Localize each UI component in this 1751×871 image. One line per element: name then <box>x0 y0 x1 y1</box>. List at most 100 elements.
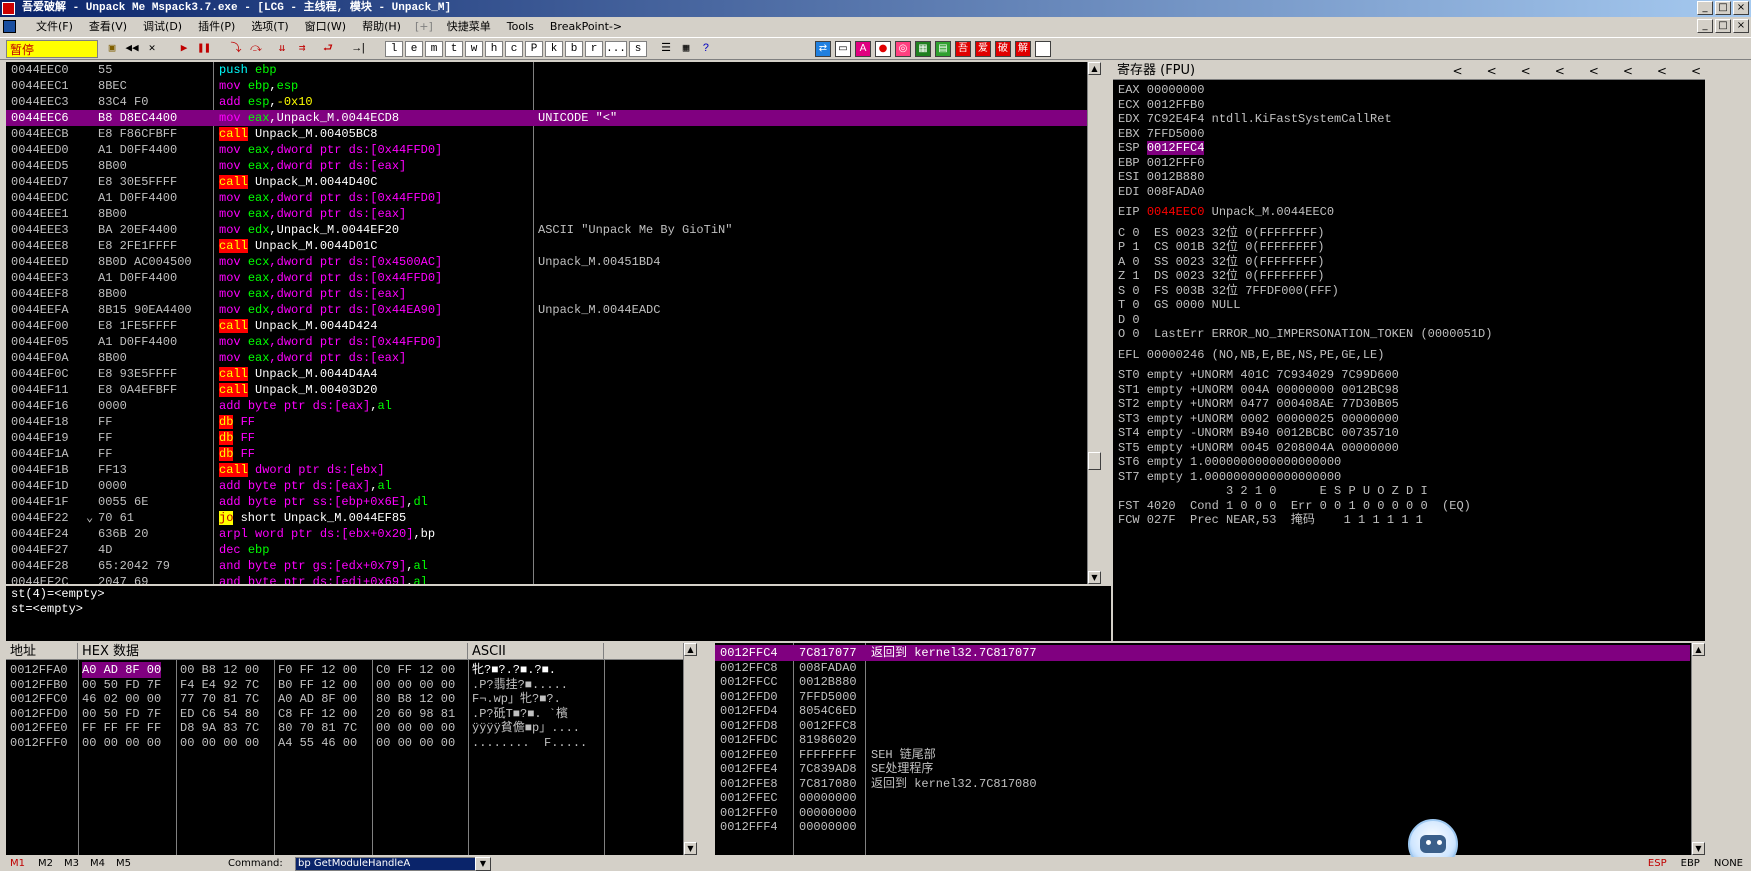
stack-scrollbar[interactable]: ▲ ▼ <box>1691 643 1705 855</box>
dump-scrollbar[interactable]: ▲ ▼ <box>683 643 697 855</box>
registers-header[interactable]: 寄存器 (FPU) < < < < < < < < <box>1113 62 1705 80</box>
disasm-row[interactable]: 0044EEE8 E8 2FE1FFFF call Unpack_M.0044D01… <box>6 238 1087 254</box>
log-window-button[interactable]: l <box>385 41 403 57</box>
windows-button[interactable]: w <box>465 41 483 57</box>
scroll-up-icon[interactable]: ▲ <box>1692 643 1705 656</box>
dump-row[interactable]: 0012FFF0 00 00 00 00 00 00 00 00 A4 55 46 0… <box>6 735 682 751</box>
open-icon[interactable]: ▣ <box>104 41 120 57</box>
register-nav-arrow-icon[interactable]: < <box>1657 62 1667 80</box>
menu-file[interactable]: 文件(F) <box>28 17 81 36</box>
close-button[interactable]: × <box>1733 1 1749 15</box>
stack-row[interactable]: 0012FFF4 00000000 <box>715 819 1690 835</box>
disasm-row[interactable]: 0044EED0 A1 D0FF4400 mov eax,dword ptr ds:… <box>6 142 1087 158</box>
window-icon[interactable]: ▭ <box>835 41 851 57</box>
disasm-row[interactable]: 0044EEE3 BA 20EF4400 mov edx,Unpack_M.0044… <box>6 222 1087 238</box>
cpu-button[interactable]: c <box>505 41 523 57</box>
register-line[interactable]: EDI 008FADA0 <box>1118 184 1204 200</box>
stack-pane[interactable]: 0012FFC4 7C817077 返回到 kernel32.7C817077 001… <box>715 643 1705 855</box>
register-nav-arrow-icon[interactable]: < <box>1453 62 1463 80</box>
step-into-icon[interactable]: ⤵ <box>228 41 244 57</box>
register-nav-arrow-icon[interactable]: < <box>1589 62 1599 80</box>
mdi-close-button[interactable]: × <box>1733 19 1749 33</box>
register-nav-arrow-icon[interactable]: < <box>1691 62 1701 80</box>
disasm-scrollbar[interactable]: ▲ ▼ <box>1087 62 1101 584</box>
register-nav-arrow-icon[interactable]: < <box>1521 62 1531 80</box>
marker-tab-m2[interactable]: M2 <box>38 857 53 871</box>
execute-till-return-icon[interactable]: ⮐ <box>320 41 336 57</box>
font-a-icon[interactable]: A <box>855 41 871 57</box>
disasm-row[interactable]: 0044EED5 8B00 mov eax,dword ptr ds:[eax] <box>6 158 1087 174</box>
menu-debug[interactable]: 调试(D) <box>135 17 190 36</box>
marker-tab-m4[interactable]: M4 <box>90 857 105 871</box>
call-stack-button[interactable]: k <box>545 41 563 57</box>
disasm-row[interactable]: 0044EF0A 8B00 mov eax,dword ptr ds:[eax] <box>6 350 1087 366</box>
plugin-green2-icon[interactable]: ▤ <box>935 41 951 57</box>
disasm-row[interactable]: 0044EED7 E8 30E5FFFF call Unpack_M.0044D40… <box>6 174 1087 190</box>
po-button[interactable]: 破 <box>995 41 1011 57</box>
disassembly-pane[interactable]: 0044EEC0 55 push ebp 0044EEC1 8BEC mov ebp,es… <box>6 62 1101 584</box>
executable-modules-button[interactable]: e <box>405 41 423 57</box>
dump-header-address[interactable]: 地址 <box>6 643 78 660</box>
menu-options[interactable]: 选项(T) <box>243 17 296 36</box>
disasm-row[interactable]: 0044EF1B FF13 call dword ptr ds:[ebx] <box>6 462 1087 478</box>
handles-button[interactable]: h <box>485 41 503 57</box>
register-nav-arrow-icon[interactable]: < <box>1623 62 1633 80</box>
restore-button[interactable]: □ <box>1715 1 1731 15</box>
scroll-up-icon[interactable]: ▲ <box>1088 62 1101 75</box>
disasm-row[interactable]: 0044EF05 A1 D0FF4400 mov eax,dword ptr ds:… <box>6 334 1087 350</box>
register-line[interactable]: EIP 0044EEC0 Unpack_M.0044EEC0 <box>1118 204 1334 220</box>
dump-header-ascii[interactable]: ASCII <box>468 643 604 660</box>
source-button[interactable]: s <box>629 41 647 57</box>
disasm-row[interactable]: 0044EF16 0000 add byte ptr ds:[eax],al <box>6 398 1087 414</box>
disasm-row[interactable]: 0044EF1A FF db FF <box>6 446 1087 462</box>
disasm-row[interactable]: 0044EEC3 83C4 F0 add esp,-0x10 <box>6 94 1087 110</box>
disasm-row[interactable]: 0044EEC0 55 push ebp <box>6 62 1087 78</box>
register-line[interactable]: FCW 027F Prec NEAR,53 掩码 1 1 1 1 1 1 <box>1118 512 1423 528</box>
threads-button[interactable]: t <box>445 41 463 57</box>
breakpoints-button[interactable]: b <box>565 41 583 57</box>
scroll-up-icon[interactable]: ▲ <box>684 643 697 656</box>
grid-icon[interactable]: ▦ <box>678 41 694 57</box>
disasm-row[interactable]: 0044EF19 FF db FF <box>6 430 1087 446</box>
disasm-row[interactable]: 0044EF24 636B 20 arpl word ptr ds:[ebx+0x2… <box>6 526 1087 542</box>
disasm-row[interactable]: 0044EF27 4D dec ebp <box>6 542 1087 558</box>
pause-icon[interactable]: ❚❚ <box>196 41 212 57</box>
memory-map-button[interactable]: m <box>425 41 443 57</box>
disasm-row[interactable]: 0044EF1D 0000 add byte ptr ds:[eax],al <box>6 478 1087 494</box>
scroll-down-icon[interactable]: ▼ <box>1692 842 1705 855</box>
run-trace-button[interactable]: ... <box>605 41 627 57</box>
list-icon[interactable]: ☰ <box>658 41 674 57</box>
disasm-row[interactable]: 0044EEDC A1 D0FF4400 mov eax,dword ptr ds:… <box>6 190 1087 206</box>
disasm-row[interactable]: 0044EEC6 B8 D8EC4400 mov eax,Unpack_M.0044… <box>6 110 1087 126</box>
chevron-down-icon[interactable]: ▼ <box>475 857 491 871</box>
step-over-icon[interactable]: ⤼ <box>248 41 264 57</box>
minimize-button[interactable]: _ <box>1697 1 1713 15</box>
dump-header-hex[interactable]: HEX 数据 <box>78 643 468 660</box>
disasm-row[interactable]: 0044EEFA 8B15 90EA4400 mov edx,dword ptr d… <box>6 302 1087 318</box>
disasm-row[interactable]: 0044EF2C 2047 69 and byte ptr ds:[edi+0x69… <box>6 574 1087 584</box>
info-pane[interactable]: st(4)=<empty> st=<empty> <box>6 586 1111 641</box>
scroll-thumb[interactable] <box>1088 452 1101 470</box>
disasm-row[interactable]: 0044EEE1 8B00 mov eax,dword ptr ds:[eax] <box>6 206 1087 222</box>
disasm-row[interactable]: 0044EF1F 0055 6E add byte ptr ss:[ebp+0x6E… <box>6 494 1087 510</box>
disasm-row[interactable]: 0044EF0C E8 93E5FFFF call Unpack_M.0044D4A… <box>6 366 1087 382</box>
menu-breakpoint[interactable]: BreakPoint-> <box>542 17 630 36</box>
ai-button[interactable]: 爱 <box>975 41 991 57</box>
menu-plugins[interactable]: 插件(P) <box>190 17 243 36</box>
menu-tools[interactable]: Tools <box>499 17 542 36</box>
register-line[interactable]: EFL 00000246 (NO,NB,E,BE,NS,PE,GE,LE) <box>1118 347 1384 363</box>
trace-over-icon[interactable]: ⇉ <box>294 41 310 57</box>
registers-pane[interactable]: 寄存器 (FPU) < < < < < < < < EAX 00000000 ECX 0012F… <box>1113 62 1705 641</box>
run-icon[interactable]: ▶ <box>176 41 192 57</box>
patches-button[interactable]: P <box>525 41 543 57</box>
disasm-row[interactable]: 0044EEF8 8B00 mov eax,dword ptr ds:[eax] <box>6 286 1087 302</box>
register-line[interactable]: O 0 LastErr ERROR_NO_IMPERSONATION_TOKEN… <box>1118 326 1492 342</box>
wu-button[interactable]: 吾 <box>955 41 971 57</box>
close-program-icon[interactable]: ✕ <box>144 41 160 57</box>
jie-button[interactable]: 解 <box>1015 41 1031 57</box>
register-nav-arrow-icon[interactable]: < <box>1487 62 1497 80</box>
disasm-row[interactable]: 0044EECB E8 F86CFBFF call Unpack_M.00405BC… <box>6 126 1087 142</box>
menu-help[interactable]: 帮助(H) <box>354 17 409 36</box>
record-icon[interactable]: ● <box>875 41 891 57</box>
memory-dump-pane[interactable]: 地址 HEX 数据 ASCII 0012FFA0 A0 AD 8F 00 00 B8… <box>6 643 697 855</box>
